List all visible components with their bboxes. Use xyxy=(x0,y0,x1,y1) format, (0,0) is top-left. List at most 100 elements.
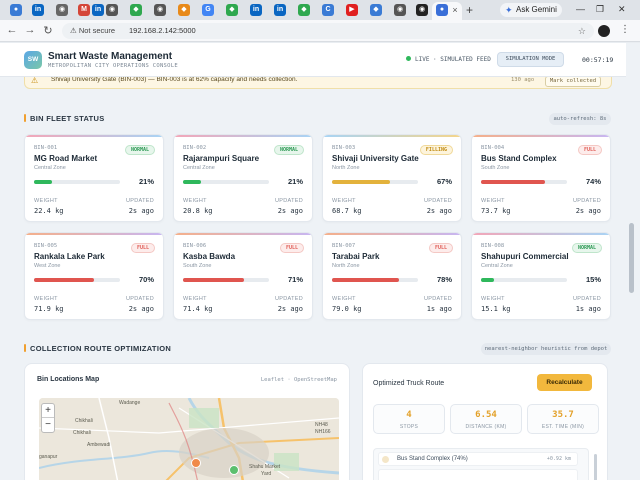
bin-card[interactable]: BIN-001 NORMAL MG Road Market Central Zone 2… xyxy=(24,134,164,222)
route-stop-list[interactable]: Bus Stand Complex (74%) +0.92 km xyxy=(373,448,597,480)
url-input[interactable]: ⚠ Not secure 192.168.2.142:5000 ☆ xyxy=(62,23,594,39)
bin-locations-map[interactable]: + − Wadange Chikhali Chikhali Ambewadi g… xyxy=(39,398,339,480)
close-window-icon[interactable]: ✕ xyxy=(618,4,626,15)
fill-level-bar-fill xyxy=(481,180,545,184)
bin-card[interactable]: BIN-008 NORMAL Shahupuri Commercial Central… xyxy=(471,232,611,320)
map-place-label: Chikhali xyxy=(73,430,91,436)
route-stop-item[interactable]: Bus Stand Complex (74%) +0.92 km xyxy=(378,452,578,466)
tab-favicon-icon[interactable]: ◉ xyxy=(56,4,68,16)
tab-favicon-icon[interactable]: ◆ xyxy=(298,4,310,16)
not-secure-indicator[interactable]: ⚠ Not secure xyxy=(70,23,115,39)
bin-card[interactable]: BIN-007 FULL Tarabai Park North Zone 78% WEIG… xyxy=(322,232,462,320)
updated-value: 1s ago xyxy=(426,305,452,313)
linkedin-tab-icon[interactable]: in xyxy=(250,4,262,16)
map-place-label: Chikhali xyxy=(75,418,93,424)
map-place-label: Shahu Market xyxy=(249,464,281,470)
tab-favicon-icon[interactable]: ◆ xyxy=(178,4,190,16)
bin-card[interactable]: BIN-004 FULL Bus Stand Complex South Zone 74… xyxy=(471,134,611,222)
browser-menu-icon[interactable]: ⋮ xyxy=(620,24,630,35)
linkedin-tab-icon[interactable]: in xyxy=(274,4,286,16)
bin-card[interactable]: BIN-005 FULL Rankala Lake Park West Zone 70%… xyxy=(24,232,164,320)
page-scrollbar[interactable] xyxy=(626,43,640,480)
bin-id: BIN-007 xyxy=(332,243,356,249)
bin-id: BIN-006 xyxy=(183,243,207,249)
bin-card[interactable]: BIN-003 FILLING Shivaji University Gate Nor… xyxy=(322,134,462,222)
fill-level-bar-fill xyxy=(183,180,202,184)
fill-level-bar xyxy=(332,180,418,184)
status-badge: NORMAL xyxy=(124,145,155,155)
forward-icon[interactable]: → xyxy=(24,24,36,36)
recalculate-button[interactable]: Recalculate xyxy=(537,374,592,391)
mark-collected-button[interactable]: Mark collected xyxy=(545,76,601,87)
google-tab-icon[interactable]: G xyxy=(202,4,214,16)
app-viewport: SW Smart Waste Management METROPOLITAN C… xyxy=(0,43,640,480)
close-tab-icon[interactable]: × xyxy=(450,4,460,16)
app-logo: SW xyxy=(24,51,42,69)
map-credit: Leaflet · OpenStreetMap xyxy=(260,377,337,383)
updated-value: 2s ago xyxy=(277,207,303,215)
weight-label: WEIGHT xyxy=(34,198,58,204)
route-section-title: COLLECTION ROUTE OPTIMIZATION xyxy=(30,344,172,353)
fill-level-bar-fill xyxy=(332,278,400,282)
tab-favicon-icon[interactable]: ◆ xyxy=(130,4,142,16)
github-tab-icon[interactable]: ◉ xyxy=(416,4,428,16)
bin-card[interactable]: BIN-002 NORMAL Rajarampuri Square Central Z… xyxy=(173,134,313,222)
bin-map-marker[interactable] xyxy=(229,465,239,475)
route-stop-item[interactable] xyxy=(378,469,578,480)
status-badge: FILLING xyxy=(419,145,453,155)
zoom-out-button[interactable]: − xyxy=(42,418,54,432)
active-tab[interactable]: ● × xyxy=(432,2,462,20)
maximize-icon[interactable]: ❐ xyxy=(596,4,604,15)
status-badge: NORMAL xyxy=(273,145,304,155)
fill-percent: 71% xyxy=(287,275,303,284)
fill-percent: 67% xyxy=(436,177,452,186)
card-accent-strip xyxy=(323,135,461,137)
profile-avatar[interactable] xyxy=(598,25,610,37)
youtube-tab-icon[interactable]: ▶ xyxy=(346,4,358,16)
weight-value: 20.8 kg xyxy=(183,207,213,215)
tab-favicon-icon[interactable]: ◉ xyxy=(154,4,166,16)
weight-value: 15.1 kg xyxy=(481,305,511,313)
tab-favicon-icon[interactable]: C xyxy=(322,4,334,16)
bin-id: BIN-001 xyxy=(34,145,58,151)
updated-label: UPDATED xyxy=(275,198,303,204)
status-badge: FULL xyxy=(279,243,304,253)
minimize-icon[interactable]: — xyxy=(576,4,585,14)
tab-favicon-icon[interactable]: ◆ xyxy=(226,4,238,16)
linkedin-tab-icon[interactable]: in xyxy=(32,4,44,16)
map-zoom-control: + − xyxy=(41,403,55,433)
warning-icon: ⚠ xyxy=(31,76,39,85)
ask-gemini-button[interactable]: ✦ Ask Gemini xyxy=(500,3,562,17)
linkedin-tab-icon[interactable]: in xyxy=(92,4,104,16)
page-scrollbar-thumb[interactable] xyxy=(629,223,634,293)
back-icon[interactable]: ← xyxy=(6,24,18,36)
heuristic-pill: nearest-neighbor heuristic from depot xyxy=(481,343,611,355)
bin-zone: Central Zone xyxy=(34,165,66,171)
bin-name: Rajarampuri Square xyxy=(183,154,260,163)
bin-card[interactable]: BIN-006 FULL Kasba Bawda South Zone 71% WEIGH… xyxy=(173,232,313,320)
alert-text: Shivaji University Gate (BIN-003) — BIN-… xyxy=(51,76,298,83)
tab-favicon-icon[interactable]: ◉ xyxy=(394,4,406,16)
not-secure-label: Not secure xyxy=(78,26,116,35)
fill-level-bar-fill xyxy=(183,278,245,282)
bookmark-star-icon[interactable]: ☆ xyxy=(578,23,586,39)
fill-level-bar-fill xyxy=(481,278,494,282)
tab-favicon-icon[interactable]: ● xyxy=(10,4,22,16)
bin-map-marker[interactable] xyxy=(191,458,201,468)
reload-icon[interactable]: ↻ xyxy=(42,24,54,37)
fill-percent: 21% xyxy=(138,177,154,186)
fill-level-bar xyxy=(34,180,120,184)
route-stop-name: Bus Stand Complex (74%) xyxy=(397,456,468,462)
new-tab-button[interactable]: + xyxy=(466,3,473,17)
tab-favicon-icon[interactable]: ◆ xyxy=(370,4,382,16)
zoom-in-button[interactable]: + xyxy=(42,404,54,418)
gmail-tab-icon[interactable]: M xyxy=(78,4,90,16)
bin-zone: Central Zone xyxy=(183,165,215,171)
route-list-scrollbar[interactable] xyxy=(594,454,597,480)
card-accent-strip xyxy=(472,135,610,137)
bin-name: Kasba Bawda xyxy=(183,252,236,261)
updated-label: UPDATED xyxy=(275,296,303,302)
simulation-mode-button[interactable]: SIMULATION MODE xyxy=(497,52,564,67)
stops-label: STOPS xyxy=(399,424,419,430)
tab-favicon-icon[interactable]: ◉ xyxy=(106,4,118,16)
